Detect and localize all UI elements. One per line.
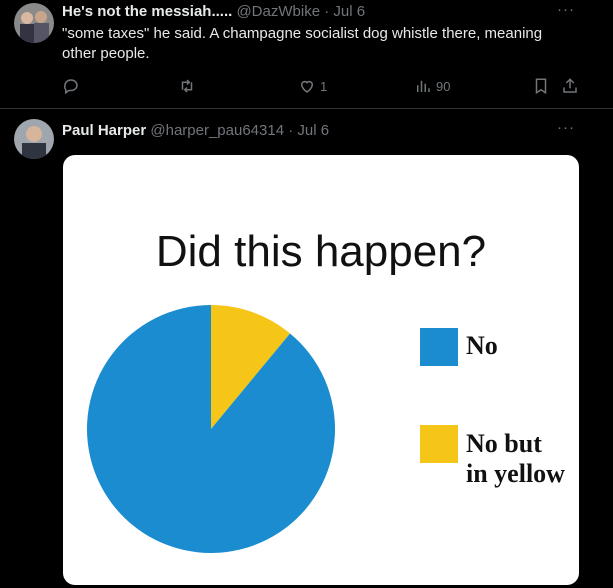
separator: · xyxy=(288,122,294,139)
legend-label-no-but-in-yellow: No but in yellow xyxy=(466,429,565,489)
tweet-main[interactable]: Paul Harper @harper_pau64314 · Jul 6 ···… xyxy=(0,109,613,588)
more-options-icon[interactable]: ··· xyxy=(557,1,575,18)
retweet-button[interactable] xyxy=(178,77,200,95)
user-handle[interactable]: @harper_pau64314 xyxy=(150,122,284,139)
user-handle[interactable]: @DazWbike xyxy=(236,3,320,20)
pie-chart xyxy=(86,305,335,553)
views-icon xyxy=(417,80,430,92)
legend-swatch-no-but-in-yellow xyxy=(420,425,458,463)
tweet-reply[interactable]: He's not the messiah..... @DazWbike · Ju… xyxy=(0,0,613,109)
like-button[interactable]: 1 xyxy=(298,77,327,95)
avatar[interactable] xyxy=(14,3,54,43)
share-icon xyxy=(563,78,577,93)
tweet-text: "some taxes" he said. A champagne social… xyxy=(62,25,543,62)
tweet-header: He's not the messiah..... @DazWbike · Ju… xyxy=(62,3,365,20)
tweet-header: Paul Harper @harper_pau64314 · Jul 6 xyxy=(62,122,329,139)
heart-icon xyxy=(300,80,314,93)
legend-label-no: No xyxy=(466,331,498,360)
legend-swatch-no xyxy=(420,328,458,366)
tweet-image[interactable]: Did this happen? No No but in yellow xyxy=(63,155,579,585)
views-button[interactable]: 90 xyxy=(414,77,450,95)
timestamp[interactable]: Jul 6 xyxy=(333,3,365,20)
share-button[interactable] xyxy=(561,77,579,95)
pie-slice-no xyxy=(86,305,335,553)
display-name[interactable]: Paul Harper xyxy=(62,122,146,139)
bookmark-icon xyxy=(535,78,547,95)
retweet-icon xyxy=(181,79,193,93)
display-name[interactable]: He's not the messiah..... xyxy=(62,3,232,20)
timestamp[interactable]: Jul 6 xyxy=(297,122,329,139)
separator: · xyxy=(324,3,330,20)
reply-button[interactable] xyxy=(62,77,84,95)
legend-label-line2: in yellow xyxy=(466,459,565,488)
like-count: 1 xyxy=(320,78,328,94)
avatar[interactable] xyxy=(14,119,54,159)
more-options-icon[interactable]: ··· xyxy=(557,119,575,136)
views-count: 90 xyxy=(436,78,451,94)
reply-icon xyxy=(64,79,78,95)
bookmark-button[interactable] xyxy=(532,77,550,95)
action-bar: 1 90 xyxy=(62,77,582,97)
legend-label-line1: No but xyxy=(466,429,542,458)
